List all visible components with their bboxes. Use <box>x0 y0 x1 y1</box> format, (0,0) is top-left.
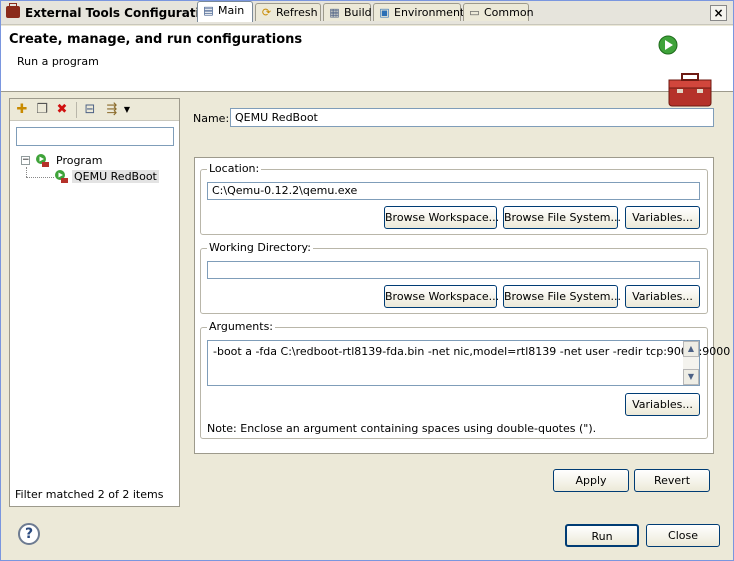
window-title: External Tools Configurations <box>25 6 224 20</box>
arguments-text: -boot a -fda C:\redboot-rtl8139-fda.bin … <box>213 345 731 358</box>
location-browse-filesystem-button[interactable]: Browse File System... <box>503 206 621 229</box>
dialog-header: Create, manage, and run configurations R… <box>1 26 733 107</box>
dialog-window: External Tools Configurations × Create, … <box>0 0 734 561</box>
build-icon: ▦ <box>329 6 340 19</box>
tab-main[interactable]: ▤ Main <box>197 1 253 22</box>
tree-expander[interactable]: − <box>21 156 30 165</box>
header-title: Create, manage, and run configurations <box>9 32 303 47</box>
program-icon <box>36 154 49 167</box>
dropdown-arrow-icon[interactable]: ▼ <box>122 102 132 118</box>
toolbox-app-icon <box>6 3 20 18</box>
tree-item-qemu-redboot[interactable]: QEMU RedBoot <box>72 170 159 183</box>
workdir-browse-filesystem-button[interactable]: Browse File System... <box>503 285 621 308</box>
workdir-browse-workspace-button[interactable]: Browse Workspace... <box>384 285 499 308</box>
common-icon: ▭ <box>469 6 480 19</box>
duplicate-icon[interactable]: ❐ <box>34 102 50 118</box>
toolbox-run-icon <box>668 73 712 107</box>
name-label: Name: <box>193 112 230 125</box>
header-subtitle: Run a program <box>17 55 99 68</box>
run-play-icon <box>658 35 678 55</box>
close-window-button[interactable]: × <box>710 5 727 21</box>
location-variables-button[interactable]: Variables... <box>625 206 700 229</box>
arguments-variables-button[interactable]: Variables... <box>625 393 700 416</box>
close-button[interactable]: Close <box>646 524 720 547</box>
refresh-icon: ⟳ <box>261 6 272 19</box>
environment-icon: ▣ <box>379 6 390 19</box>
tab-environment[interactable]: ▣ Environment <box>373 3 465 21</box>
name-input[interactable]: QEMU RedBoot <box>230 108 714 127</box>
apply-button[interactable]: Apply <box>553 469 629 492</box>
arguments-textarea[interactable]: -boot a -fda C:\redboot-rtl8139-fda.bin … <box>207 340 730 386</box>
tab-main-label: Main <box>218 4 245 17</box>
tree-item-program[interactable]: Program <box>56 154 102 167</box>
working-directory-label: Working Directory: <box>207 241 313 254</box>
tab-build-label: Build <box>344 6 372 19</box>
workdir-variables-button[interactable]: Variables... <box>625 285 700 308</box>
location-label: Location: <box>207 162 262 175</box>
scroll-down-icon[interactable]: ▼ <box>683 369 699 385</box>
main-tab-icon: ▤ <box>203 4 214 17</box>
tab-refresh-label: Refresh <box>276 6 318 19</box>
arguments-note: Note: Enclose an argument containing spa… <box>207 422 597 435</box>
location-input[interactable]: C:\Qemu-0.12.2\qemu.exe <box>207 182 700 200</box>
collapse-all-icon[interactable]: ⊟ <box>82 102 98 118</box>
run-button[interactable]: Run <box>565 524 639 547</box>
tree-line <box>26 177 54 178</box>
scroll-up-icon[interactable]: ▲ <box>683 341 699 357</box>
tab-common[interactable]: ▭ Common <box>463 3 534 21</box>
filter-status: Filter matched 2 of 2 items <box>15 488 164 501</box>
location-browse-workspace-button[interactable]: Browse Workspace... <box>384 206 499 229</box>
configurations-toolbar: ✚ ❐ ✖ ⊟ ⇶ ▼ <box>10 99 179 121</box>
qemu-config-icon <box>55 170 68 183</box>
tab-common-label: Common <box>484 6 534 19</box>
working-directory-input[interactable] <box>207 261 700 279</box>
delete-icon[interactable]: ✖ <box>54 102 70 118</box>
tab-build[interactable]: ▦ Build <box>323 3 372 21</box>
help-icon[interactable]: ? <box>18 523 40 545</box>
arguments-label: Arguments: <box>207 320 276 333</box>
tab-refresh[interactable]: ⟳ Refresh <box>255 3 321 21</box>
new-config-icon[interactable]: ✚ <box>14 102 30 118</box>
filter-input[interactable] <box>16 127 174 146</box>
filter-icon[interactable]: ⇶ <box>104 102 120 118</box>
configurations-panel: ✚ ❐ ✖ ⊟ ⇶ ▼ − Program QEMU RedBoot Filte… <box>9 98 180 507</box>
tab-environment-label: Environment <box>394 6 465 19</box>
arguments-scrollbar[interactable]: ▲ ▼ <box>683 341 699 385</box>
tree-line <box>26 167 27 177</box>
toolbar-separator <box>76 102 77 118</box>
revert-button[interactable]: Revert <box>634 469 710 492</box>
